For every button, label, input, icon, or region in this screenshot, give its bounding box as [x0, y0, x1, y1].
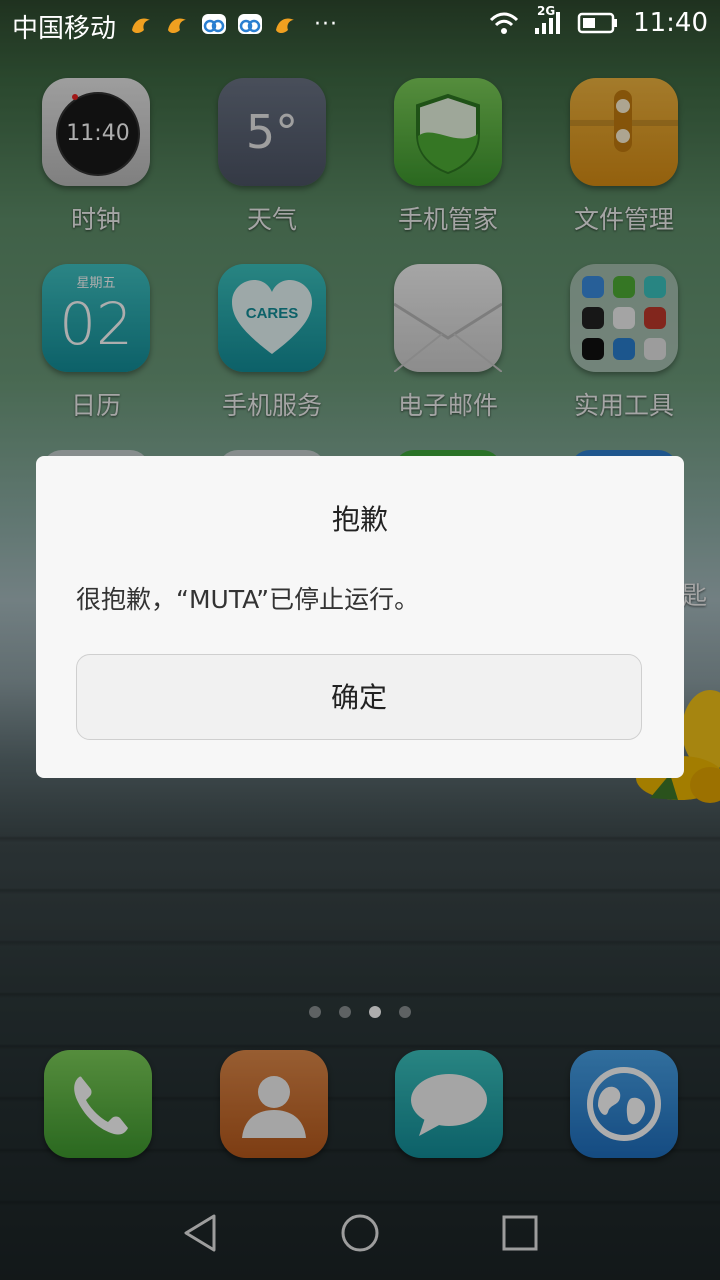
dialog-title: 抱歉 — [331, 503, 388, 536]
more-notifications-icon: ··· — [314, 11, 338, 37]
uc-browser-icon — [168, 18, 186, 33]
clock-time: 11:40 — [633, 8, 708, 38]
baidu-cloud-icon — [202, 14, 226, 34]
confirm-button[interactable]: 确定 — [76, 654, 642, 740]
status-bar: 中国移动 ··· 2G 11:40 — [0, 0, 720, 52]
baidu-cloud-icon — [238, 14, 262, 34]
uc-browser-icon — [132, 18, 150, 33]
dialog-message: 很抱歉，“MUTA”已停止运行。 — [76, 585, 420, 614]
signal-icon — [535, 12, 561, 34]
carrier-name: 中国移动 — [12, 14, 117, 44]
error-dialog: 抱歉 很抱歉，“MUTA”已停止运行。 确定 — [36, 456, 684, 778]
notification-icons: ··· — [128, 10, 338, 38]
battery-icon — [577, 12, 618, 34]
wifi-icon — [490, 12, 519, 34]
uc-browser-icon — [276, 18, 294, 33]
